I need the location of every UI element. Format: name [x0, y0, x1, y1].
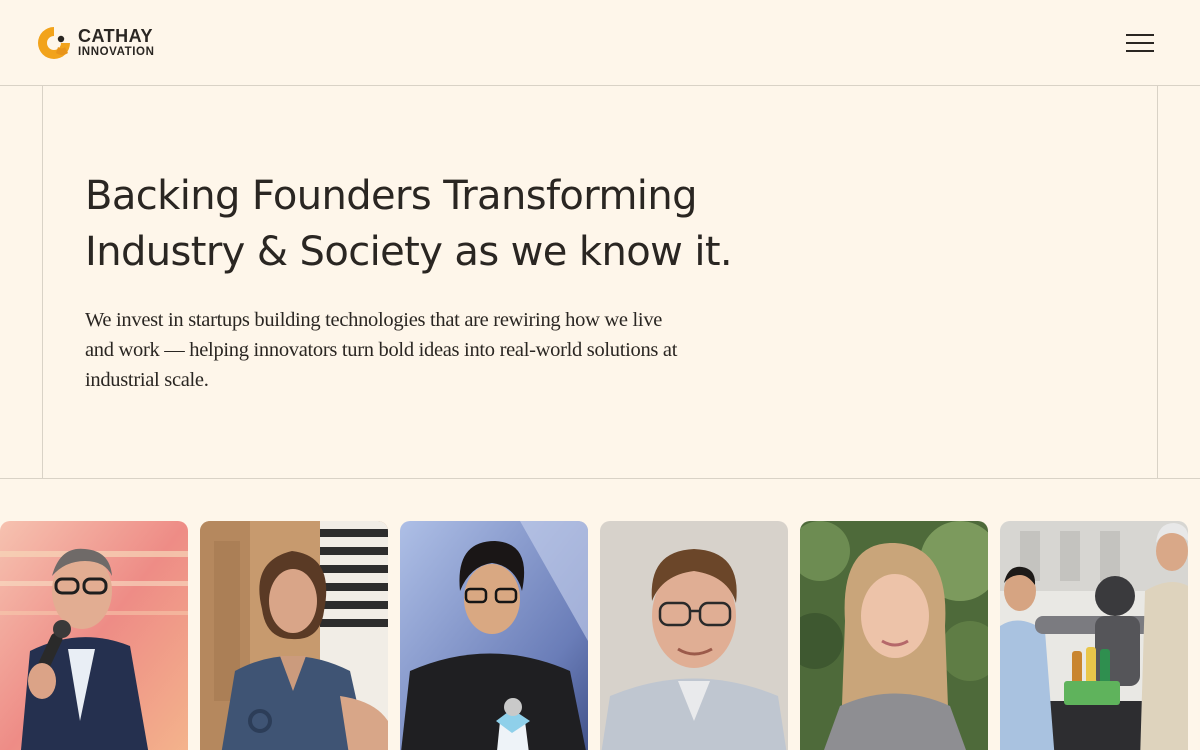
hero-frame-right-line [1157, 86, 1158, 478]
portrait-image [400, 521, 588, 750]
portrait-woman-blonde-outdoors[interactable] [800, 521, 988, 750]
hero-frame-left-line [42, 86, 43, 478]
hamburger-menu-icon-bar [1126, 34, 1154, 36]
logo-wordmark: CATHAY INNOVATION [78, 27, 155, 59]
portrait-team-robot-lab[interactable] [1000, 521, 1188, 750]
cathay-c-mark-icon [38, 27, 70, 59]
portrait-man-holding-microphone[interactable] [400, 521, 588, 750]
hamburger-menu-button[interactable] [1124, 32, 1156, 54]
hamburger-menu-icon-bar [1126, 42, 1154, 44]
hero-intro-text: We invest in startups building technolog… [85, 309, 678, 391]
logo-line-innovation: INNOVATION [78, 46, 155, 59]
hamburger-menu-icon-bar [1126, 50, 1154, 52]
site-header: CATHAY INNOVATION [0, 0, 1200, 86]
cathay-innovation-logo[interactable]: CATHAY INNOVATION [36, 25, 155, 61]
hero-section: Backing Founders Transforming Industry &… [0, 86, 1200, 479]
founder-portrait-strip [0, 521, 1200, 750]
portrait-woman-denim[interactable] [200, 521, 388, 750]
portrait-image [1000, 521, 1188, 750]
portrait-man-glasses-studio[interactable] [600, 521, 788, 750]
portrait-image [600, 521, 788, 750]
portrait-image [0, 521, 188, 750]
hero-headline: Backing Founders Transforming Industry &… [85, 168, 845, 280]
portrait-speaker-microphone[interactable] [0, 521, 188, 750]
portrait-image [200, 521, 388, 750]
hero-headline-line1: Backing Founders Transforming [85, 173, 697, 219]
portrait-image [800, 521, 988, 750]
hero-headline-line2: Industry & Society as we know it. [85, 229, 733, 275]
logo-line-cathay: CATHAY [78, 26, 154, 47]
